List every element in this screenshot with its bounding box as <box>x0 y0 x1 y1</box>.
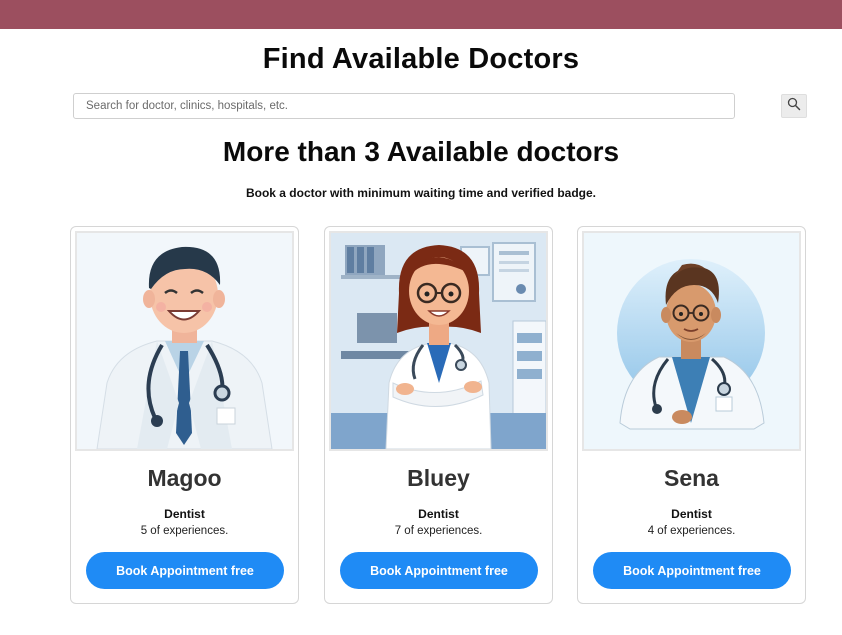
book-appointment-button[interactable]: Book Appointment free <box>86 552 284 589</box>
search-button[interactable] <box>781 94 807 118</box>
search-icon <box>787 97 801 116</box>
doctor-name: Magoo <box>147 465 222 491</box>
doctor-experience: 5 of experiences. <box>140 525 229 537</box>
book-appointment-button[interactable]: Book Appointment free <box>340 552 538 589</box>
doctor-specialty: Dentist <box>164 507 205 521</box>
doctor-photo <box>329 231 548 451</box>
doctor-name: Sena <box>664 465 719 491</box>
doctor-name: Bluey <box>407 465 470 491</box>
section-subtitle: Book a doctor with minimum waiting time … <box>245 186 597 200</box>
book-appointment-button[interactable]: Book Appointment free <box>593 552 791 589</box>
section-title: More than 3 Available doctors <box>222 136 620 167</box>
doctor-card: Bluey Dentist 7 of experiences. Book App… <box>324 226 553 604</box>
page-title: Find Available Doctors <box>262 43 580 75</box>
doctor-card: Magoo Dentist 5 of experiences. Book App… <box>70 226 299 604</box>
doctor-photo <box>582 231 801 451</box>
doctor-experience: 7 of experiences. <box>394 525 483 537</box>
doctor-card: Sena Dentist 4 of experiences. Book Appo… <box>577 226 806 604</box>
doctor-photo <box>75 231 294 451</box>
doctor-specialty: Dentist <box>418 507 459 521</box>
doctor-specialty: Dentist <box>671 507 712 521</box>
doctor-experience: 4 of experiences. <box>647 525 736 537</box>
top-bar <box>0 0 842 29</box>
search-input[interactable] <box>73 93 735 119</box>
